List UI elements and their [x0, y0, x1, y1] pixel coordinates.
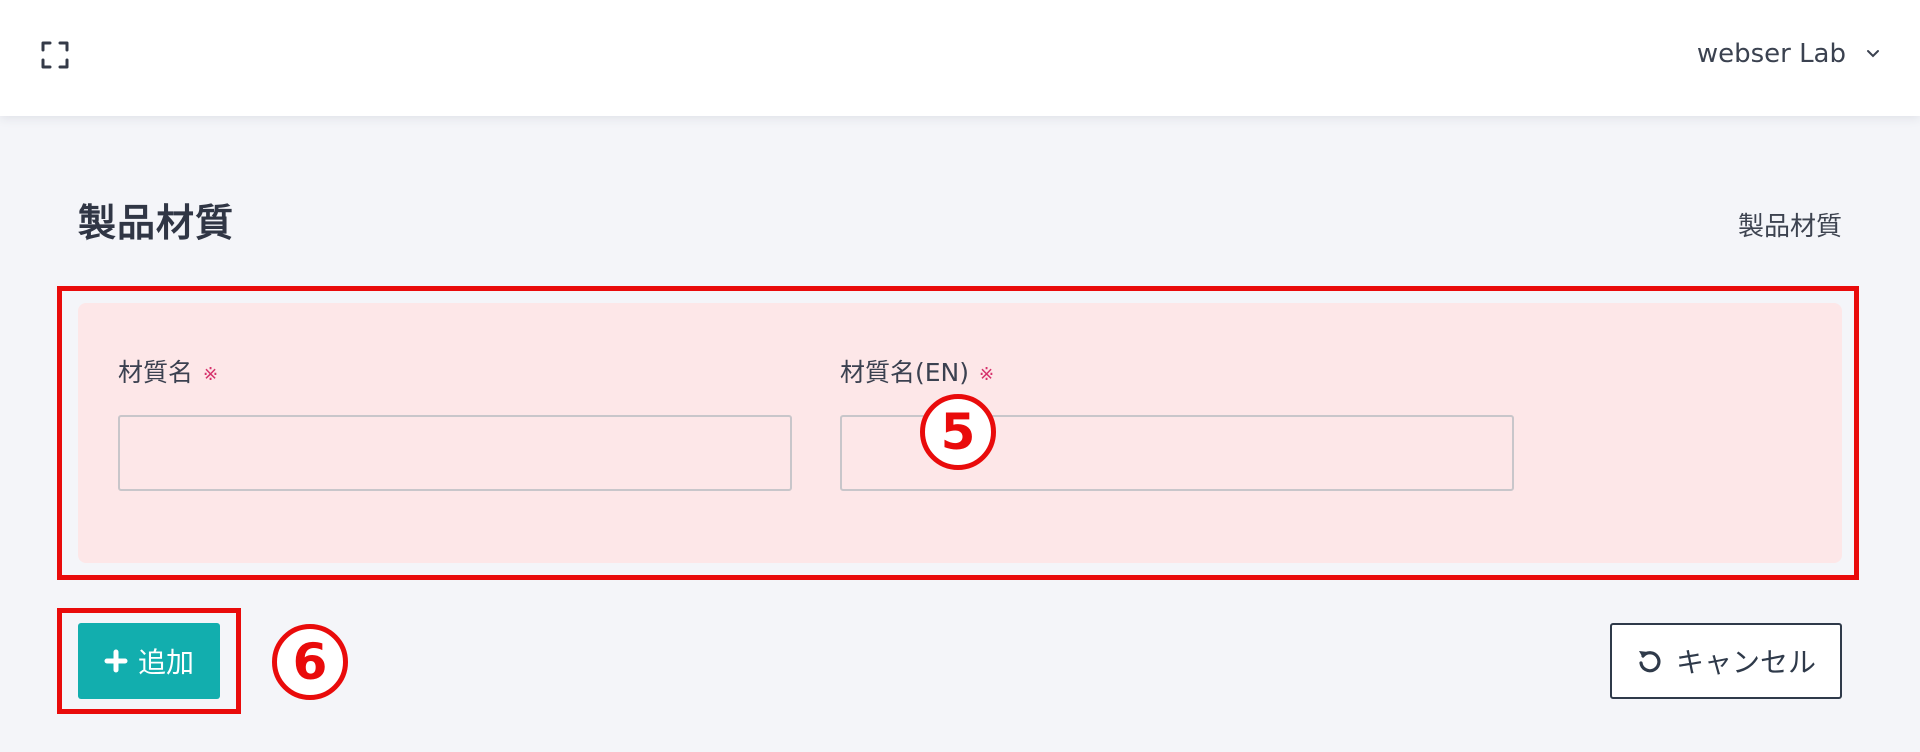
- annotation-marker-5: 5: [920, 394, 996, 470]
- cancel-button-label: キャンセル: [1675, 646, 1816, 679]
- plus-icon: [104, 649, 128, 673]
- user-name: webser Lab: [1696, 39, 1846, 69]
- required-mark: ※: [203, 363, 219, 385]
- required-mark: ※: [979, 363, 995, 385]
- add-button-label: 追加: [137, 646, 194, 679]
- add-button[interactable]: 追加: [78, 623, 220, 699]
- top-bar: webser Lab: [0, 0, 1920, 116]
- undo-icon: [1638, 651, 1661, 673]
- cancel-button[interactable]: キャンセル: [1610, 623, 1842, 699]
- annotation-marker-6: 6: [272, 624, 348, 700]
- material-name-en-label: 材質名(EN) ※: [840, 358, 995, 387]
- page-title: 製品材質: [78, 201, 235, 245]
- material-name-label: 材質名 ※: [118, 358, 219, 387]
- chevron-down-icon: [1867, 50, 1879, 58]
- expand-icon[interactable]: [40, 40, 70, 70]
- user-menu[interactable]: webser Lab: [1697, 34, 1880, 74]
- breadcrumb[interactable]: 製品材質: [1738, 206, 1842, 243]
- material-name-input[interactable]: [118, 415, 792, 491]
